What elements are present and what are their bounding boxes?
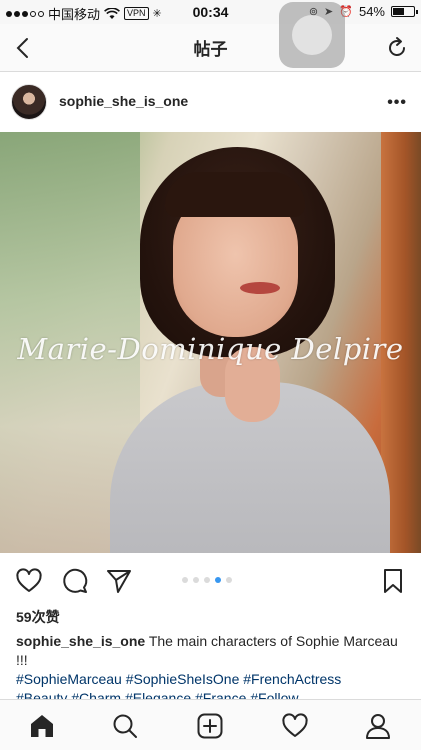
caption-hashtags-line2[interactable]: #Beauty #Charm #Elegance #France #Follow [16, 689, 299, 699]
chevron-left-icon[interactable] [12, 36, 36, 60]
battery-percent: 54% [358, 4, 385, 19]
post-username[interactable]: sophie_she_is_one [59, 93, 188, 109]
action-bar [0, 553, 421, 607]
tab-bar [0, 699, 421, 750]
post-header: sophie_she_is_one ••• [0, 72, 421, 132]
carousel-dot [215, 577, 221, 583]
status-bar: 中国移动 VPN ✳ 00:34 ⊚ ➤ ⏰ 54% [0, 0, 421, 24]
likes-count[interactable]: 59次赞 [16, 607, 60, 627]
battery-icon [391, 6, 418, 17]
carousel-dot [204, 577, 210, 583]
heart-icon[interactable] [15, 567, 43, 595]
heart-icon[interactable] [281, 712, 309, 740]
carousel-dot [182, 577, 188, 583]
carousel-indicator [182, 577, 232, 583]
bookmark-icon[interactable] [379, 567, 407, 595]
caption-hashtags[interactable]: #SophieMarceau #SophieSheIsOne #FrenchAc… [16, 671, 341, 687]
avatar[interactable] [11, 84, 47, 120]
carousel-dot [193, 577, 199, 583]
photo-watermark: Marie-Dominique Delpire [17, 332, 404, 366]
search-icon[interactable] [111, 712, 139, 740]
more-icon[interactable]: ••• [387, 94, 407, 112]
post-caption: sophie_she_is_one The main characters of… [16, 632, 408, 689]
carousel-dot [226, 577, 232, 583]
caption-username[interactable]: sophie_she_is_one [16, 633, 145, 649]
nav-bar: 帖子 [0, 24, 421, 72]
post-photo[interactable]: Marie-Dominique Delpire [0, 132, 421, 553]
page-title: 帖子 [193, 40, 228, 59]
photo-lips [240, 282, 280, 294]
profile-icon[interactable] [364, 712, 392, 740]
add-icon[interactable] [196, 712, 224, 740]
send-icon[interactable] [105, 567, 133, 595]
refresh-icon[interactable] [385, 36, 409, 60]
assistive-touch-button[interactable] [279, 2, 345, 68]
comment-icon[interactable] [61, 567, 89, 595]
photo-fringe [165, 172, 305, 217]
home-icon[interactable] [28, 712, 56, 740]
